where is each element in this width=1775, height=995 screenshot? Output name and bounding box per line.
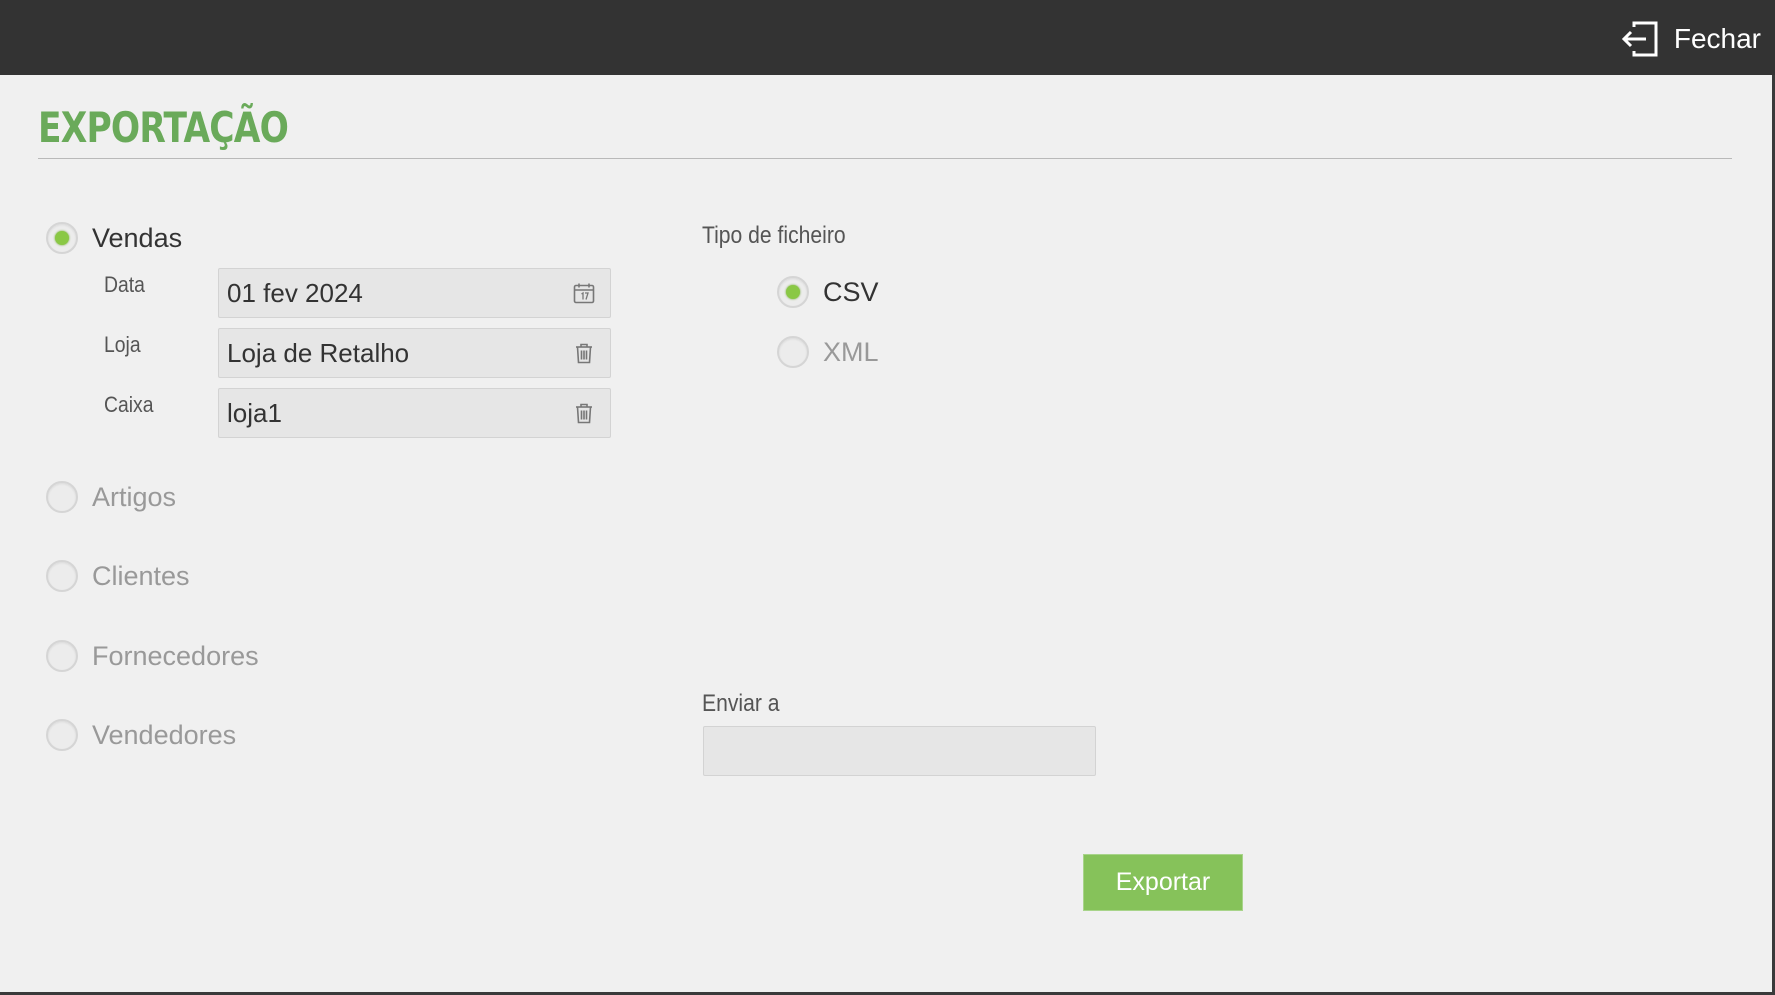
date-value: 01 fev 2024: [227, 278, 363, 308]
page-title: Exportação: [38, 103, 289, 152]
top-bar: Fechar: [0, 0, 1775, 75]
radio-label-artigos: Artigos: [92, 481, 177, 512]
radio-vendas[interactable]: Vendas: [46, 222, 182, 254]
title-divider: [38, 158, 1732, 159]
store-field[interactable]: Loja de Retalho: [218, 328, 611, 378]
calendar-icon[interactable]: [572, 281, 596, 305]
radio-button-artigos[interactable]: [46, 481, 78, 513]
store-value: Loja de Retalho: [227, 338, 410, 368]
register-field[interactable]: loja1: [218, 388, 611, 438]
radio-artigos[interactable]: Artigos: [46, 481, 176, 513]
close-label: Fechar: [1673, 23, 1761, 54]
radio-xml[interactable]: XML: [777, 336, 879, 368]
file-type-label: Tipo de ficheiro: [702, 222, 846, 249]
radio-label-xml: XML: [823, 336, 879, 367]
trash-icon[interactable]: [572, 341, 596, 365]
radio-button-vendedores[interactable]: [46, 719, 78, 751]
register-value: loja1: [227, 398, 282, 428]
trash-icon[interactable]: [572, 401, 596, 425]
radio-label-fornecedores: Fornecedores: [92, 640, 259, 671]
send-to-label: Enviar a: [702, 690, 780, 717]
radio-button-fornecedores[interactable]: [46, 640, 78, 672]
date-field[interactable]: 01 fev 2024: [218, 268, 611, 318]
radio-button-vendas[interactable]: [46, 222, 78, 254]
radio-button-csv[interactable]: [777, 276, 809, 308]
register-label: Caixa: [104, 392, 154, 417]
export-button[interactable]: Exportar: [1083, 854, 1243, 911]
radio-label-csv: CSV: [823, 276, 879, 307]
store-label: Loja: [104, 332, 141, 357]
radio-clientes[interactable]: Clientes: [46, 560, 190, 592]
radio-label-clientes: Clientes: [92, 560, 190, 591]
send-to-input[interactable]: [703, 726, 1096, 776]
radio-button-clientes[interactable]: [46, 560, 78, 592]
radio-label-vendas: Vendas: [92, 222, 183, 253]
radio-label-vendedores: Vendedores: [92, 719, 237, 750]
close-button[interactable]: Fechar: [1620, 18, 1761, 60]
exit-icon: [1620, 21, 1660, 57]
date-label: Data: [104, 272, 145, 297]
radio-fornecedores[interactable]: Fornecedores: [46, 640, 259, 672]
radio-button-xml[interactable]: [777, 336, 809, 368]
radio-vendedores[interactable]: Vendedores: [46, 719, 236, 751]
radio-csv[interactable]: CSV: [777, 276, 879, 308]
